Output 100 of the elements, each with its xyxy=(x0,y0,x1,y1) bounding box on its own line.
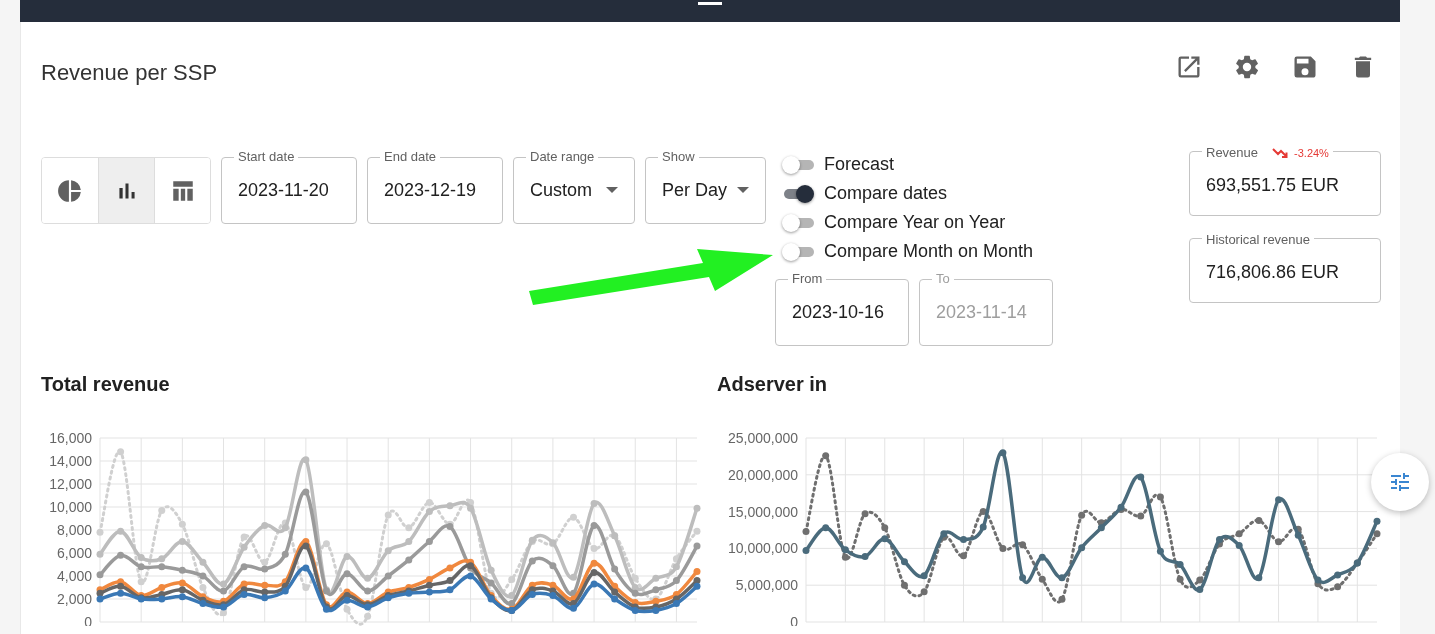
point xyxy=(1255,574,1263,582)
date-field[interactable]: Start date 2023-11-20 xyxy=(221,149,357,224)
axis-label: 2,000 xyxy=(56,591,92,607)
point xyxy=(1137,512,1145,520)
date-field[interactable]: From 2023-10-16 xyxy=(775,271,909,346)
point xyxy=(487,566,495,574)
field-label: Date range xyxy=(529,149,596,165)
point xyxy=(1275,496,1283,504)
toggle-label: Compare Month on Month xyxy=(824,240,1034,263)
point xyxy=(487,579,495,587)
point xyxy=(199,584,207,591)
point xyxy=(302,564,310,572)
point xyxy=(446,502,454,510)
point xyxy=(425,581,433,589)
toggle-switch[interactable] xyxy=(782,155,814,174)
point xyxy=(569,573,577,581)
kpi-value: 693,551.75 EUR xyxy=(1206,174,1341,197)
view-toggle-button[interactable] xyxy=(154,158,210,223)
point xyxy=(1038,553,1046,561)
point xyxy=(405,556,413,564)
axis-label: 14,000 xyxy=(49,453,92,469)
point xyxy=(999,449,1007,457)
point xyxy=(158,555,166,563)
point xyxy=(1176,561,1184,569)
point xyxy=(1019,574,1027,582)
point xyxy=(960,536,968,544)
select-field[interactable]: Date range Custom xyxy=(513,149,635,224)
point xyxy=(178,566,186,574)
pie-chart-icon xyxy=(57,177,83,204)
point xyxy=(672,563,680,571)
point xyxy=(199,558,207,566)
point xyxy=(220,580,228,588)
view-toggle-button[interactable] xyxy=(98,158,154,223)
point xyxy=(117,582,125,590)
point xyxy=(425,498,433,506)
field-label: End date xyxy=(383,149,438,165)
point xyxy=(693,582,701,590)
point xyxy=(158,595,166,603)
point xyxy=(861,510,869,518)
point xyxy=(446,564,454,572)
point xyxy=(425,508,433,516)
kpi-label: Historical revenue xyxy=(1206,232,1311,248)
point xyxy=(137,563,145,571)
axis-label: 8,000 xyxy=(56,522,92,538)
toggle-label: Forecast xyxy=(824,153,895,176)
point xyxy=(343,596,351,604)
point xyxy=(960,552,968,560)
point xyxy=(549,562,557,570)
field-label: From xyxy=(791,271,824,287)
point xyxy=(261,594,269,602)
point xyxy=(322,540,330,548)
point xyxy=(1314,576,1322,584)
point xyxy=(302,488,310,496)
point xyxy=(364,574,372,582)
point xyxy=(425,588,433,596)
toggle-label: Compare dates xyxy=(824,182,948,205)
settings-icon[interactable] xyxy=(1233,53,1261,81)
kpi-value: 716,806.86 EUR xyxy=(1206,261,1341,284)
point xyxy=(467,504,475,512)
sliders-icon xyxy=(1388,470,1412,494)
point xyxy=(364,612,372,620)
point xyxy=(1255,516,1263,524)
point xyxy=(158,584,166,591)
toggle-switch[interactable] xyxy=(782,184,814,203)
point xyxy=(631,589,639,597)
point xyxy=(590,544,598,552)
point xyxy=(693,567,701,575)
filter-settings-button[interactable] xyxy=(1371,453,1429,511)
point xyxy=(446,586,454,594)
point xyxy=(1294,531,1302,539)
point xyxy=(384,572,392,580)
point xyxy=(343,552,351,560)
date-field[interactable]: End date 2023-12-19 xyxy=(367,149,503,224)
point xyxy=(158,506,166,514)
point xyxy=(261,521,269,529)
point xyxy=(1058,574,1066,582)
point xyxy=(1275,538,1283,546)
point xyxy=(693,542,701,550)
point xyxy=(590,580,598,588)
point xyxy=(220,587,228,595)
point xyxy=(999,544,1007,552)
axis-label: 5,000,000 xyxy=(735,577,798,594)
point xyxy=(652,574,660,582)
toggle-switch[interactable] xyxy=(782,242,814,261)
point xyxy=(652,607,660,614)
point xyxy=(590,500,598,508)
point xyxy=(117,589,125,597)
point xyxy=(611,595,619,603)
point xyxy=(446,577,454,585)
point xyxy=(508,575,516,583)
point xyxy=(1235,530,1243,538)
select-field[interactable]: Show Per Day xyxy=(645,149,766,224)
point xyxy=(508,600,516,608)
toggle-switch[interactable] xyxy=(782,213,814,232)
point xyxy=(467,572,475,580)
point xyxy=(900,581,908,589)
field-label: Show xyxy=(661,149,696,165)
point xyxy=(822,524,830,532)
field-label: Start date xyxy=(237,149,296,165)
point xyxy=(343,605,351,613)
